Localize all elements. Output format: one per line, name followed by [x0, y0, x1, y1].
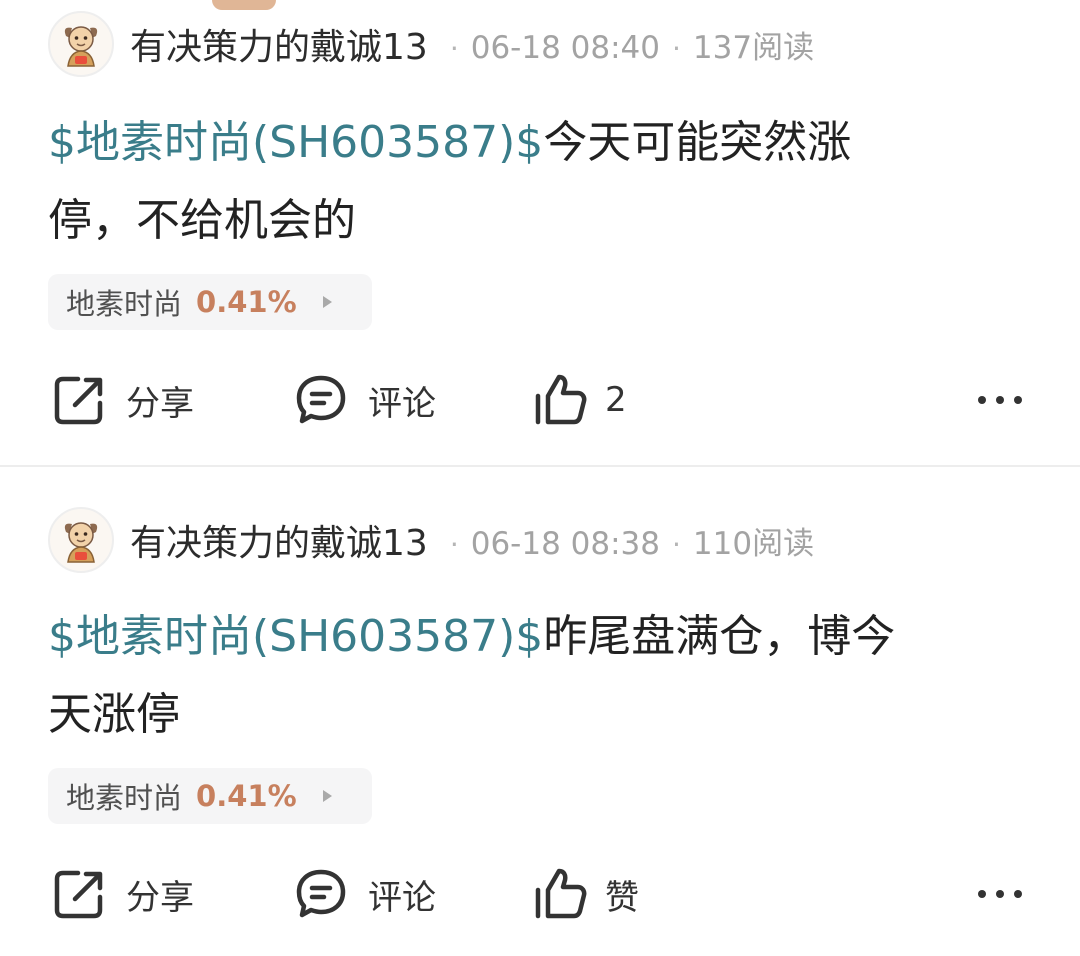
share-icon [54, 870, 103, 919]
author-avatar[interactable] [48, 11, 114, 77]
comment-button[interactable]: 评论 [294, 864, 436, 924]
post-header: 有决策力的戴诚13 · 06-18 08:40 · 137阅读 [48, 11, 814, 77]
share-label: 分享 [126, 877, 194, 918]
content-line: 天涨停 [48, 689, 180, 740]
post-time: 06-18 08:40 [470, 29, 660, 66]
stock-chip-change: 0.41% [196, 779, 297, 813]
read-count: 137阅读 [692, 29, 815, 66]
comment-label: 评论 [368, 383, 436, 424]
content-text: 今天可能突然涨 [543, 117, 852, 168]
share-icon [54, 376, 103, 425]
post-content[interactable]: $地素时尚(SH603587)$昨尾盘满仓，博今 天涨停 [48, 598, 1008, 754]
content-line: 停，不给机会的 [48, 195, 356, 246]
share-button[interactable]: 分享 [52, 370, 194, 430]
content-text: 昨尾盘满仓，博今 [543, 611, 896, 662]
thumbs-up-icon [535, 374, 587, 425]
post-divider [0, 465, 1080, 467]
content-line: $地素时尚(SH603587)$今天可能突然涨 [48, 104, 1008, 182]
post-meta: · 06-18 08:38 · 110阅读 [438, 518, 814, 563]
chevron-right-icon [322, 790, 332, 802]
stock-chip[interactable]: 地素时尚 0.41% [48, 274, 372, 330]
avatar-figure-icon [64, 522, 98, 563]
more-dots-icon [978, 396, 1022, 404]
more-dots-icon [978, 890, 1022, 898]
thumbs-up-icon [535, 868, 587, 919]
post-header: 有决策力的戴诚13 · 06-18 08:38 · 110阅读 [48, 507, 814, 573]
meta-separator: · [449, 31, 459, 65]
meta-separator: · [672, 527, 681, 561]
avatar-figure-icon [64, 26, 98, 67]
post-content[interactable]: $地素时尚(SH603587)$今天可能突然涨 停，不给机会的 [48, 104, 1008, 260]
meta-separator: · [449, 527, 459, 561]
action-bar: 分享 评论 2 [0, 370, 1080, 430]
comment-icon [296, 375, 346, 424]
stock-chip-name: 地素时尚 [66, 781, 183, 815]
comment-button[interactable]: 评论 [294, 370, 436, 430]
post-card[interactable]: 有决策力的戴诚13 · 06-18 08:40 · 137阅读 $地素时尚(SH603… [0, 0, 1080, 466]
author-name[interactable]: 有决策力的戴诚13 [130, 18, 428, 70]
content-line: $地素时尚(SH603587)$昨尾盘满仓，博今 [48, 598, 1008, 676]
stock-chip-change: 0.41% [196, 285, 297, 319]
author-name[interactable]: 有决策力的戴诚13 [130, 514, 428, 566]
like-label: 赞 [605, 877, 639, 918]
chevron-right-icon [322, 296, 332, 308]
action-bar: 分享 评论 赞 [0, 864, 1080, 924]
stock-cashtag[interactable]: $地素时尚(SH603587)$ [48, 611, 543, 662]
post-time: 06-18 08:38 [470, 525, 660, 562]
share-button[interactable]: 分享 [52, 864, 194, 924]
read-count: 110阅读 [692, 525, 815, 562]
meta-separator: · [672, 31, 681, 65]
like-count: 2 [605, 380, 627, 420]
comment-label: 评论 [368, 877, 436, 918]
stock-chip[interactable]: 地素时尚 0.41% [48, 768, 372, 824]
stock-cashtag[interactable]: $地素时尚(SH603587)$ [48, 117, 543, 168]
more-options-button[interactable] [976, 864, 1024, 924]
like-button[interactable]: 赞 [533, 864, 639, 924]
stock-chip-name: 地素时尚 [66, 287, 183, 321]
post-card[interactable]: 有决策力的戴诚13 · 06-18 08:38 · 110阅读 $地素时尚(SH603… [0, 468, 1080, 956]
share-label: 分享 [126, 383, 194, 424]
post-meta: · 06-18 08:40 · 137阅读 [438, 22, 814, 67]
author-avatar[interactable] [48, 507, 114, 573]
like-button[interactable]: 2 [533, 370, 627, 430]
more-options-button[interactable] [976, 370, 1024, 430]
comment-icon [296, 869, 346, 918]
